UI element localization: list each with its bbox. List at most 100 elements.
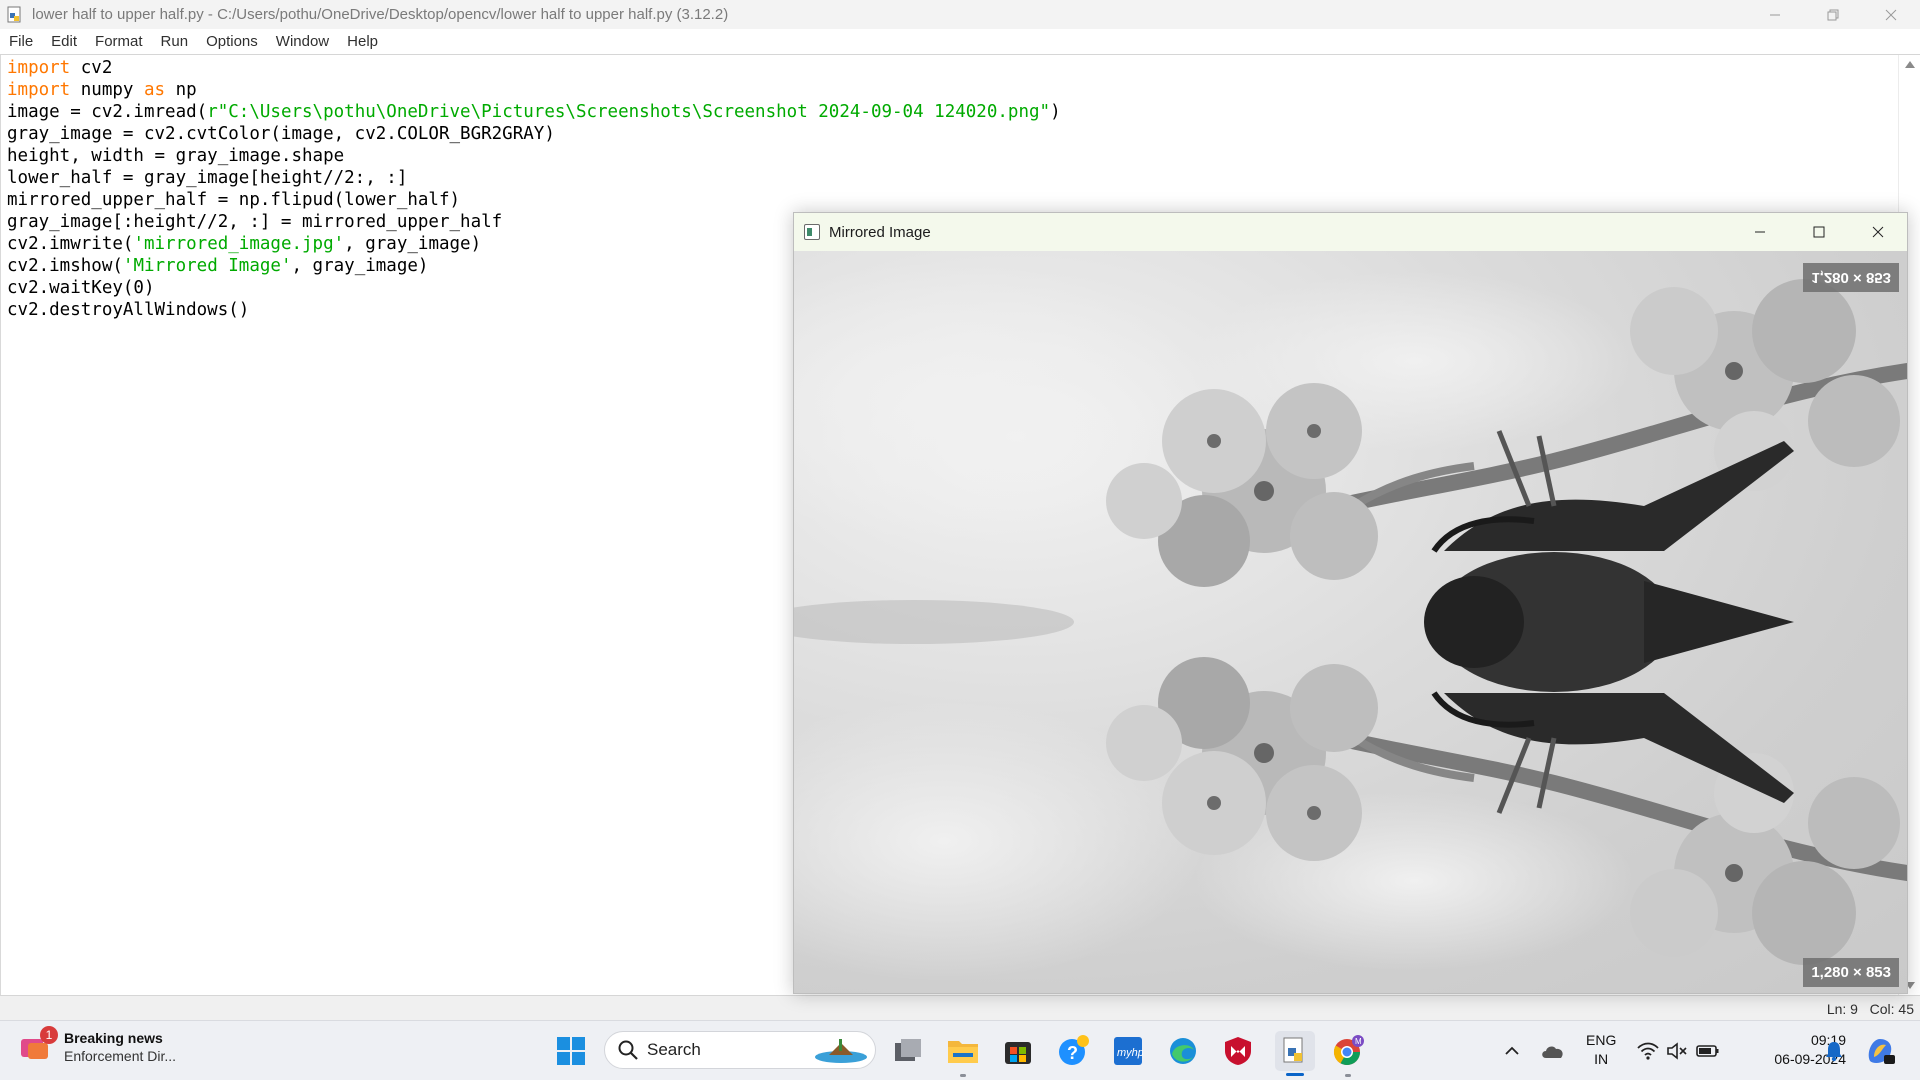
minimize-button[interactable] — [1746, 0, 1804, 29]
onedrive-cloud-icon — [1542, 1046, 1563, 1058]
string-literal: 'Mirrored Image' — [122, 256, 292, 276]
file-explorer-button[interactable] — [945, 1033, 981, 1069]
code-line-9-end: , gray_image) — [344, 234, 482, 254]
battery-button[interactable] — [1690, 1033, 1726, 1069]
string-literal: 'mirrored_image.jpg' — [133, 234, 345, 254]
search-label: Search — [647, 1040, 701, 1059]
image-close-button[interactable] — [1848, 213, 1907, 251]
python-file-icon — [6, 6, 24, 24]
statusbar: Ln: 9 Col: 45 — [0, 995, 1920, 1020]
opencv-window-icon — [804, 224, 820, 240]
cursor-position: Ln: 9 Col: 45 — [1827, 1001, 1914, 1017]
keyword: as — [143, 80, 166, 100]
menu-edit[interactable]: Edit — [42, 33, 86, 50]
menu-format[interactable]: Format — [86, 33, 152, 50]
code-line-8: gray_image[:height//2, :] = mirrored_upp… — [7, 212, 503, 232]
mcafee-shield-icon — [1225, 1037, 1251, 1065]
get-help-button[interactable]: ? — [1055, 1033, 1091, 1069]
menu-options[interactable]: Options — [197, 33, 267, 50]
chevron-up-icon — [1505, 1046, 1519, 1055]
store-icon — [1005, 1042, 1031, 1064]
image-window-titlebar[interactable]: Mirrored Image — [794, 213, 1907, 251]
news-subtitle: Enforcement Dir... — [64, 1048, 177, 1064]
taskbar: 1 Breaking news Enforcement Dir... Searc… — [0, 1020, 1920, 1080]
menu-help[interactable]: Help — [338, 33, 387, 50]
myhp-icon: myhp — [1114, 1037, 1143, 1065]
code-line-4: gray_image = cv2.cvtColor(image, cv2.COL… — [7, 124, 555, 144]
help-icon: ? — [1059, 1035, 1089, 1065]
dimension-label-bottom: 1,280 × 853 — [1803, 958, 1899, 987]
news-icon: 1 — [18, 1026, 58, 1065]
code-line-10: cv2.imshow( — [7, 256, 123, 276]
copilot-button[interactable] — [1862, 1033, 1898, 1069]
menu-file[interactable]: File — [0, 33, 42, 50]
battery-icon — [1696, 1045, 1719, 1057]
keyword: import — [7, 80, 71, 100]
code-line-5: height, width = gray_image.shape — [7, 146, 345, 166]
svg-text:M: M — [1355, 1037, 1362, 1046]
chrome-button[interactable]: M — [1330, 1033, 1366, 1069]
code-line-12: cv2.destroyAllWindows() — [7, 300, 250, 320]
code-line-2-end: np — [165, 80, 197, 100]
maximize-icon — [1813, 226, 1824, 238]
keyword: import — [7, 58, 71, 78]
running-indicator — [1345, 1074, 1351, 1077]
code-line-10-end: , gray_image) — [291, 256, 429, 276]
bell-icon — [1826, 1042, 1842, 1062]
scroll-up-icon[interactable] — [1905, 61, 1915, 68]
close-button[interactable] — [1862, 0, 1920, 29]
restore-icon — [1827, 9, 1839, 20]
code-line-6: lower_half = gray_image[height//2:, :] — [7, 168, 408, 188]
show-hidden-icons-button[interactable] — [1494, 1033, 1530, 1069]
code-line-3: image = cv2.imread( — [7, 102, 208, 122]
menu-run[interactable]: Run — [152, 33, 198, 50]
svg-text:?: ? — [1067, 1043, 1078, 1063]
minimize-icon — [1754, 231, 1765, 233]
mirrored-bird-image — [794, 261, 1907, 981]
news-badge: 1 — [40, 1026, 58, 1044]
code-line-1: cv2 — [70, 58, 113, 78]
idle-titlebar: lower half to upper half.py - C:/Users/p… — [0, 0, 1920, 29]
close-icon — [1885, 9, 1897, 20]
restore-button[interactable] — [1804, 0, 1862, 29]
code-line-7: mirrored_upper_half = np.flipud(lower_ha… — [7, 190, 461, 210]
news-widget[interactable]: 1 Breaking news Enforcement Dir... — [18, 1026, 177, 1065]
code-line-2: numpy — [70, 80, 144, 100]
image-window-title: Mirrored Image — [829, 223, 931, 241]
mcafee-button[interactable] — [1220, 1033, 1256, 1069]
search-icon — [618, 1040, 638, 1060]
python-idle-icon — [1283, 1037, 1303, 1063]
task-view-button[interactable] — [890, 1033, 926, 1069]
menubar: File Edit Format Run Options Window Help — [0, 29, 1920, 55]
windows-logo-icon — [557, 1037, 585, 1065]
language-indicator[interactable]: ENG IN — [1586, 1031, 1616, 1069]
window-title: lower half to upper half.py - C:/Users/p… — [32, 6, 729, 23]
code-line-3-end: ) — [1050, 102, 1061, 122]
start-button[interactable] — [553, 1033, 589, 1069]
image-canvas[interactable]: 1,280 × 853 1,280 × 853 — [794, 251, 1907, 993]
mirrored-image-window: Mirrored Image 1,280 × 853 1,280 × 853 — [793, 212, 1908, 994]
edge-button[interactable] — [1165, 1033, 1201, 1069]
chrome-browser-icon: M — [1333, 1035, 1364, 1066]
wifi-icon — [1637, 1042, 1659, 1060]
close-icon — [1872, 226, 1883, 238]
speaker-muted-icon — [1667, 1042, 1687, 1060]
running-indicator — [960, 1074, 966, 1077]
svg-text:myhp: myhp — [1117, 1047, 1143, 1059]
code-line-11: cv2.waitKey(0) — [7, 278, 155, 298]
idle-taskbar-button[interactable] — [1275, 1031, 1315, 1071]
task-view-icon — [895, 1039, 921, 1061]
notifications-button[interactable] — [1816, 1033, 1852, 1069]
taskbar-search[interactable]: Search — [604, 1031, 876, 1069]
image-minimize-button[interactable] — [1730, 213, 1789, 251]
myhp-button[interactable]: myhp — [1110, 1033, 1146, 1069]
menu-window[interactable]: Window — [267, 33, 338, 50]
column-number: Col: 45 — [1869, 1001, 1914, 1017]
minimize-icon — [1770, 14, 1780, 15]
language-code: ENG — [1586, 1032, 1617, 1048]
dimension-label-top: 1,280 × 853 — [1803, 263, 1899, 292]
onedrive-button[interactable] — [1535, 1033, 1571, 1069]
image-maximize-button[interactable] — [1789, 213, 1848, 251]
microsoft-store-button[interactable] — [1000, 1033, 1036, 1069]
code-line-9: cv2.imwrite( — [7, 234, 134, 254]
